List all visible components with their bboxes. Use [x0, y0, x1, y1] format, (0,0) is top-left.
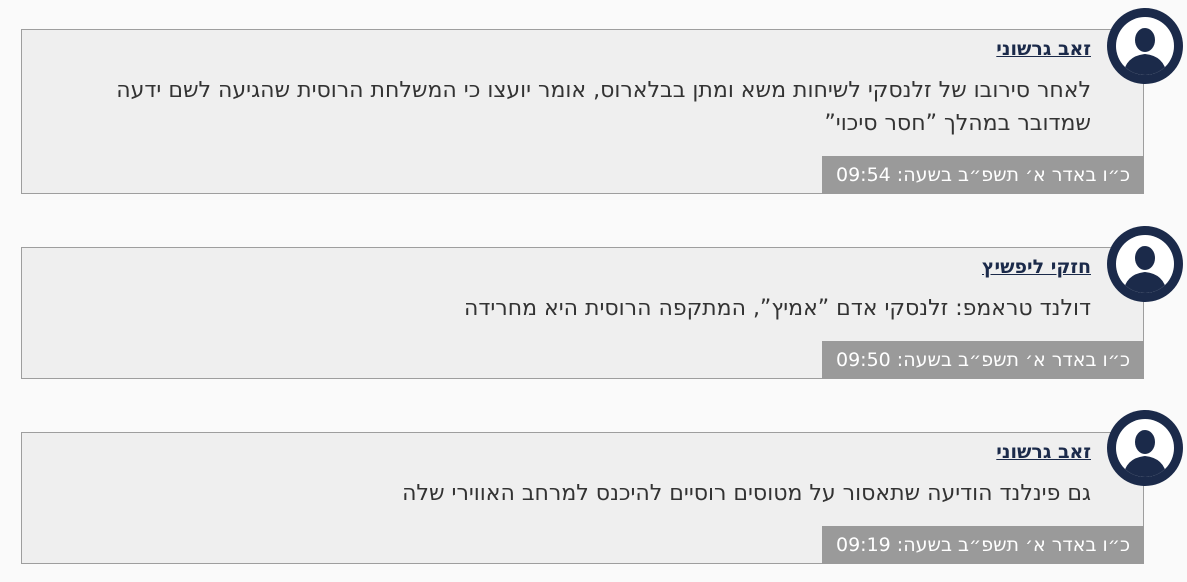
live-updates-feed: זאב גרשוני לאחר סירובו של זלנסקי לשיחות …	[0, 0, 1187, 582]
user-silhouette-icon	[1116, 419, 1174, 477]
post-text: דולנד טראמפ: זלנסקי אדם ”אמיץ”, המתקפה ה…	[464, 296, 1091, 321]
post-text: גם פינלנד הודיעה שתאסור על מטוסים רוסיים…	[402, 481, 1091, 506]
avatar	[1107, 410, 1183, 486]
user-silhouette-icon	[1116, 17, 1174, 75]
post-card: זאב גרשוני לאחר סירובו של זלנסקי לשיחות …	[21, 29, 1144, 194]
timestamp: כ״ו באדר א׳ תשפ״ב בשעה: 09:54	[821, 156, 1144, 194]
author-link[interactable]: חזקי ליפשיץ	[982, 256, 1091, 278]
post-card: חזקי ליפשיץ דולנד טראמפ: זלנסקי אדם ”אמי…	[21, 247, 1144, 379]
avatar	[1107, 226, 1183, 302]
timestamp: כ״ו באדר א׳ תשפ״ב בשעה: 09:50	[821, 341, 1144, 379]
author-link[interactable]: זאב גרשוני	[996, 38, 1091, 60]
post-card: זאב גרשוני גם פינלנד הודיעה שתאסור על מט…	[21, 432, 1144, 564]
post-text: לאחר סירובו של זלנסקי לשיחות משא ומתן בב…	[116, 78, 1091, 136]
avatar	[1107, 8, 1183, 84]
user-silhouette-icon	[1116, 235, 1174, 293]
timestamp: כ״ו באדר א׳ תשפ״ב בשעה: 09:19	[821, 526, 1144, 564]
author-link[interactable]: זאב גרשוני	[996, 441, 1091, 463]
